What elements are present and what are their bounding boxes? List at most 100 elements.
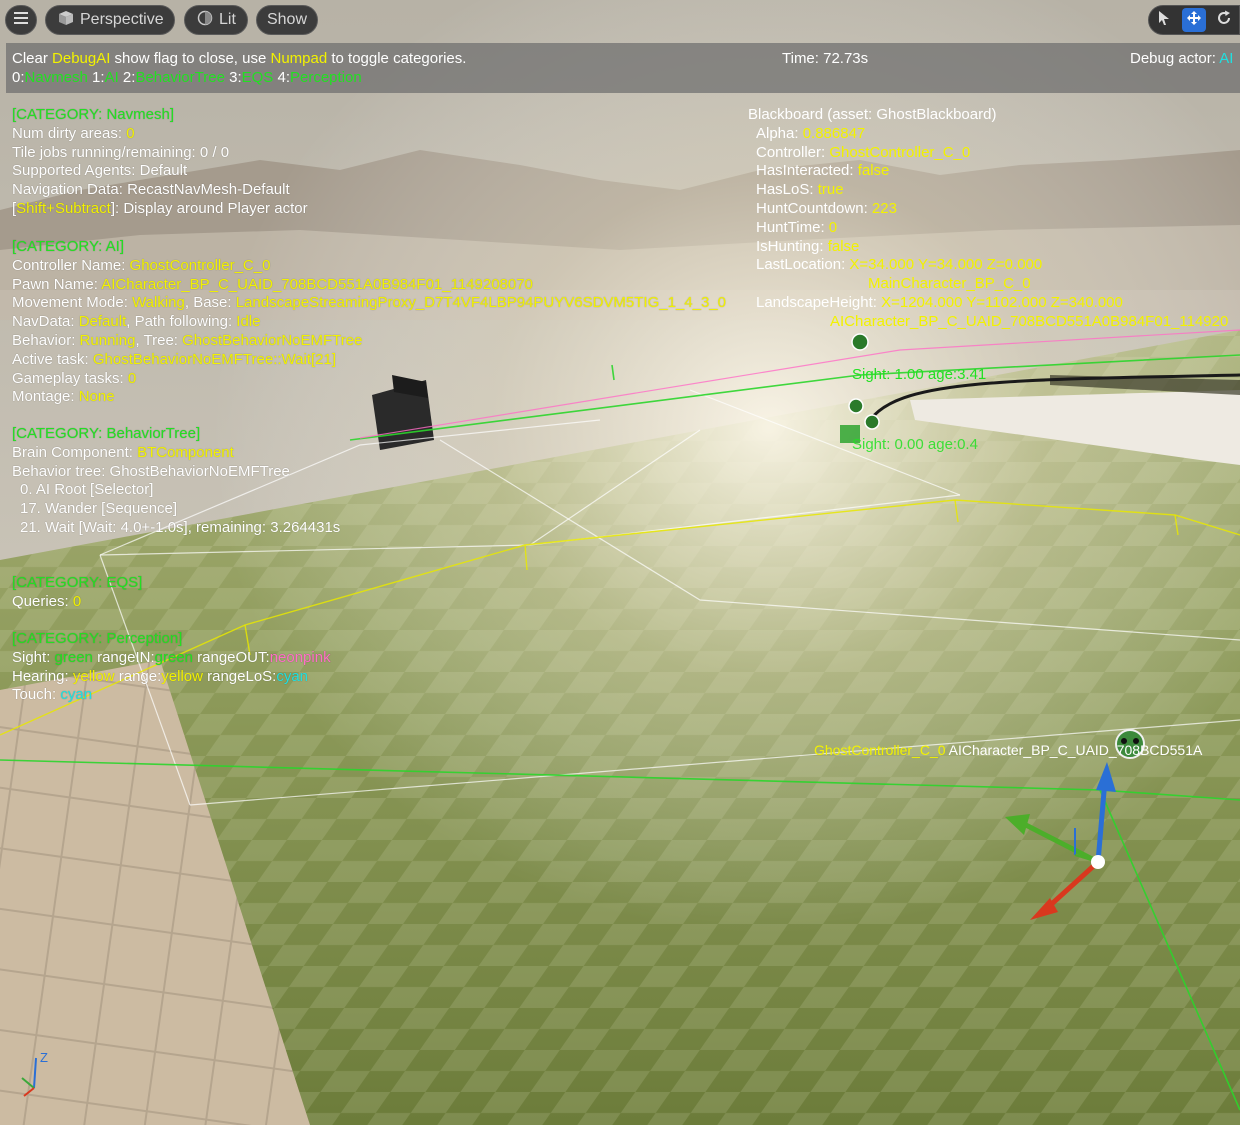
shift-hint-text: ]: Display around Player actor: [110, 199, 308, 217]
num-dirty-areas: Num dirty areas: 0: [12, 125, 308, 144]
axis-z-label: Z: [40, 1050, 48, 1065]
ai-navdata-label: NavData:: [12, 313, 79, 331]
bb-value: 0.886847: [802, 124, 866, 142]
behavior-tree-name: Behavior tree: GhostBehaviorNoEMFTree: [12, 462, 290, 480]
debug-actor: Debug actor: AI: [1130, 50, 1233, 67]
blackboard-panel: Blackboard (asset: GhostBlackboard) Alph…: [748, 106, 1228, 332]
rangeout-value: neonpink: [269, 648, 331, 666]
rangein-label: rangeIN:: [92, 648, 155, 666]
movement-value: Walking: [132, 294, 185, 312]
category-behaviortree: BehaviorTree: [135, 69, 225, 86]
bb-row: AICharacter_BP_C_UAID_708BCD551A0B984F01…: [748, 313, 1228, 332]
perspective-button[interactable]: Perspective: [45, 5, 175, 35]
gameplay-tasks: Gameplay tasks: 0: [12, 370, 726, 389]
agents-label: Supported Agents:: [12, 162, 140, 180]
bb-key: HuntTime:: [756, 218, 829, 236]
pawn-value: AICharacter_BP_C_UAID_708BCD551A0B984F01…: [101, 275, 533, 293]
show-button[interactable]: Show: [256, 5, 318, 35]
character-tag: AICharacter_BP_C_UAID_708BCD551A: [945, 742, 1203, 758]
navmesh-header: [CATEGORY: Navmesh]: [12, 106, 174, 123]
montage-label: Montage:: [12, 388, 79, 406]
rotate-icon: [1216, 10, 1232, 31]
rotate-tool-button[interactable]: [1212, 8, 1236, 32]
hearing-value: yellow: [72, 667, 115, 685]
rangelos-value: cyan: [276, 667, 309, 685]
hearing-label: Hearing:: [12, 667, 73, 685]
tree-label: , Tree:: [135, 331, 183, 349]
dirty-label: Num dirty areas:: [12, 124, 127, 142]
bb-value: X=1204.000 Y=1102.000 Z=340.000: [881, 293, 1123, 311]
sight-label: Sight:: [12, 648, 55, 666]
bb-value: false: [827, 237, 860, 255]
bb-row: MainCharacter_BP_C_0: [748, 275, 1228, 294]
navdata-path: NavData: Default, Path following: Idle: [12, 313, 726, 332]
debug-time: Time: 72.73s: [782, 50, 869, 67]
perspective-label: Perspective: [80, 11, 164, 28]
bb-row: Controller: GhostController_C_0: [748, 144, 1228, 163]
category-key: 0:: [12, 69, 25, 86]
shift-subtract-hint: [Shift+Subtract]: Display around Player …: [12, 200, 308, 219]
move-icon: [1186, 10, 1202, 31]
tree-value: GhostBehaviorNoEMFTree: [182, 331, 363, 349]
bb-key: Controller:: [756, 143, 830, 161]
actor-name-tag: GhostController_C_0 AICharacter_BP_C_UAI…: [814, 742, 1202, 758]
touch-value: cyan: [60, 686, 93, 704]
path-label: , Path following:: [126, 313, 237, 331]
bb-value: 0: [828, 218, 838, 236]
category-list: 0:Navmesh 1:AI 2:BehaviorTree 3:EQS 4:Pe…: [12, 69, 362, 86]
cube-icon: [58, 10, 74, 31]
queries-value: 0: [72, 592, 82, 610]
category-key: 4:: [277, 69, 290, 86]
sight-value: green: [54, 648, 93, 666]
tile-jobs: Tile jobs running/remaining: 0 / 0: [12, 143, 230, 161]
numpad-key: Numpad: [270, 50, 328, 67]
hamburger-icon: [14, 11, 28, 29]
active-task: Active task: GhostBehaviorNoEMFTree::Wai…: [12, 351, 726, 370]
bb-key: HasLoS:: [756, 181, 818, 199]
bb-row: LandscapeHeight: X=1204.000 Y=1102.000 Z…: [748, 294, 1228, 313]
bb-value: false: [857, 162, 890, 180]
touch-label: Touch:: [12, 686, 61, 704]
bb-row: HasLoS: true: [748, 181, 1228, 200]
debug-actor-value: AI: [1219, 50, 1234, 67]
navdata-label: Navigation Data:: [12, 181, 128, 199]
move-tool-button[interactable]: [1182, 8, 1206, 32]
shift-subtract-key: Shift+Subtract: [16, 199, 111, 217]
level-viewport[interactable]: Z Perspective Lit Show Clear DebugAI sho…: [0, 0, 1240, 1125]
viewport-menu-button[interactable]: [5, 5, 37, 35]
controller-tag: GhostController_C_0: [814, 742, 946, 758]
bb-key: IsHunting:: [756, 237, 828, 255]
bb-key: LandscapeHeight:: [756, 293, 882, 311]
montage-value: None: [78, 388, 115, 406]
select-tool-button[interactable]: [1152, 8, 1176, 32]
rangein-value: green: [154, 648, 193, 666]
perception-hearing: Hearing: yellow range:yellow rangeLoS:cy…: [12, 668, 331, 687]
bb-row: LastLocation: X=34.000 Y=34.000 Z=0.000: [748, 256, 1228, 275]
bb-row: HasInteracted: false: [748, 162, 1228, 181]
bb-row: Alpha: 0.886847: [748, 125, 1228, 144]
gameplay-label: Gameplay tasks:: [12, 369, 128, 387]
base-value: LandscapeStreamingProxy_D7T4VF4LBP94PUYV…: [235, 294, 726, 312]
select-arrow-icon: [1157, 10, 1171, 31]
debug-help-text: Clear: [12, 50, 53, 67]
behaviortree-header: [CATEGORY: BehaviorTree]: [12, 425, 201, 442]
brain-value: BTComponent: [137, 443, 234, 461]
rangeout-label: rangeOUT:: [192, 648, 270, 666]
category-navmesh: Navmesh: [24, 69, 88, 86]
bt-node: 0. AI Root [Selector]: [20, 481, 154, 499]
pawn-label: Pawn Name:: [12, 275, 102, 293]
pawn-name: Pawn Name: AICharacter_BP_C_UAID_708BCD5…: [12, 276, 726, 295]
debug-help-line: Clear DebugAI show flag to close, use Nu…: [12, 50, 466, 67]
bt-node: 17. Wander [Sequence]: [20, 500, 178, 518]
debugai-flag: DebugAI: [52, 50, 111, 67]
lit-button[interactable]: Lit: [184, 5, 248, 35]
ai-section: [CATEGORY: AI] Controller Name: GhostCon…: [12, 238, 726, 407]
bb-key: LastLocation:: [756, 256, 850, 274]
dirty-value: 0: [126, 124, 135, 142]
bb-row: HuntTime: 0: [748, 219, 1228, 238]
bb-value: X=34.000 Y=34.000 Z=0.000: [849, 256, 1043, 274]
behaviortree-section: [CATEGORY: BehaviorTree] Brain Component…: [12, 425, 340, 538]
brain-label: Brain Component:: [12, 443, 138, 461]
ai-navdata-value: Default: [78, 313, 127, 331]
queries-label: Queries:: [12, 592, 73, 610]
